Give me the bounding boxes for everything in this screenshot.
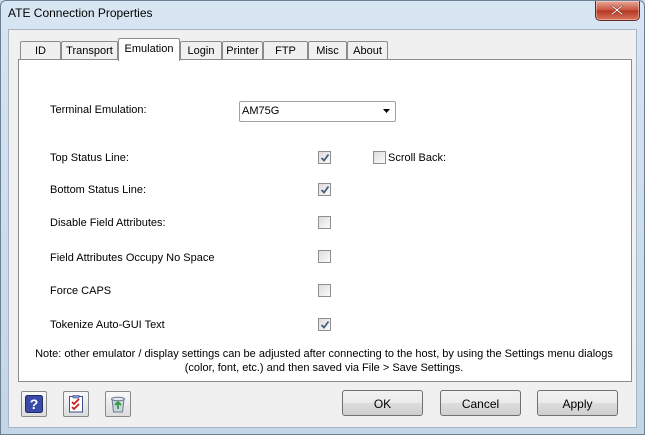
tab-ftp[interactable]: FTP xyxy=(263,41,308,60)
tab-label: Login xyxy=(187,45,215,57)
dialog-client-area: ID Transport Emulation Login Printer FTP… xyxy=(8,29,637,428)
tab-label: Printer xyxy=(226,45,259,57)
dialog-window: ATE Connection Properties ID Transport E… xyxy=(0,0,645,435)
checkmark-icon xyxy=(320,320,330,329)
top-status-line-checkbox[interactable] xyxy=(318,151,331,164)
checklist-button[interactable] xyxy=(63,391,89,417)
tab-misc[interactable]: Misc xyxy=(308,41,347,60)
chevron-down-icon xyxy=(383,109,390,113)
tab-transport[interactable]: Transport xyxy=(61,41,118,60)
disable-field-attributes-label: Disable Field Attributes: xyxy=(50,217,166,229)
terminal-emulation-select[interactable]: AM75G xyxy=(239,101,396,122)
disable-field-attributes-checkbox[interactable] xyxy=(318,216,331,229)
field-attributes-no-space-label: Field Attributes Occupy No Space xyxy=(50,252,215,264)
scroll-back-label: Scroll Back: xyxy=(388,152,447,164)
tab-label: Emulation xyxy=(124,43,174,55)
tokenize-auto-gui-label: Tokenize Auto-GUI Text xyxy=(50,319,165,331)
tab-label: Transport xyxy=(66,45,113,57)
tab-label: FTP xyxy=(275,45,296,57)
tab-label: About xyxy=(353,45,382,57)
top-status-line-label: Top Status Line: xyxy=(50,152,129,164)
tab-login[interactable]: Login xyxy=(180,41,222,60)
apply-button[interactable]: Apply xyxy=(537,390,618,416)
field-attributes-no-space-checkbox[interactable] xyxy=(318,250,331,263)
checkmark-icon xyxy=(320,185,330,194)
recycle-button[interactable] xyxy=(105,391,131,417)
note-line-1: Note: other emulator / display settings … xyxy=(35,348,613,360)
title-bar[interactable]: ATE Connection Properties xyxy=(1,1,644,29)
tab-emulation[interactable]: Emulation xyxy=(118,38,180,61)
emulation-panel: Terminal Emulation: AM75G Top Status Lin… xyxy=(18,59,632,382)
tab-label: ID xyxy=(35,45,46,57)
svg-text:?: ? xyxy=(30,396,39,412)
tab-about[interactable]: About xyxy=(347,41,388,60)
window-title: ATE Connection Properties xyxy=(8,6,153,20)
cancel-button[interactable]: Cancel xyxy=(440,390,521,416)
recycle-bin-icon xyxy=(111,396,125,413)
close-button[interactable] xyxy=(595,1,640,21)
close-icon xyxy=(611,5,623,15)
help-icon: ? xyxy=(25,395,43,413)
tab-printer[interactable]: Printer xyxy=(222,41,263,60)
settings-note: Note: other emulator / display settings … xyxy=(29,347,619,375)
tab-label: Misc xyxy=(316,45,339,57)
scroll-back-checkbox[interactable] xyxy=(373,151,386,164)
ok-button[interactable]: OK xyxy=(342,390,423,416)
help-button[interactable]: ? xyxy=(21,391,47,417)
force-caps-checkbox[interactable] xyxy=(318,284,331,297)
note-line-2: (color, font, etc.) and then saved via F… xyxy=(184,362,464,374)
terminal-emulation-value: AM75G xyxy=(242,105,280,117)
force-caps-label: Force CAPS xyxy=(50,285,112,297)
bottom-status-line-label: Bottom Status Line: xyxy=(50,184,146,196)
checklist-icon xyxy=(69,395,83,413)
tab-id[interactable]: ID xyxy=(20,41,61,60)
bottom-status-line-checkbox[interactable] xyxy=(318,183,331,196)
tokenize-auto-gui-checkbox[interactable] xyxy=(318,318,331,331)
terminal-emulation-label: Terminal Emulation: xyxy=(50,104,147,116)
checkmark-icon xyxy=(320,153,330,162)
